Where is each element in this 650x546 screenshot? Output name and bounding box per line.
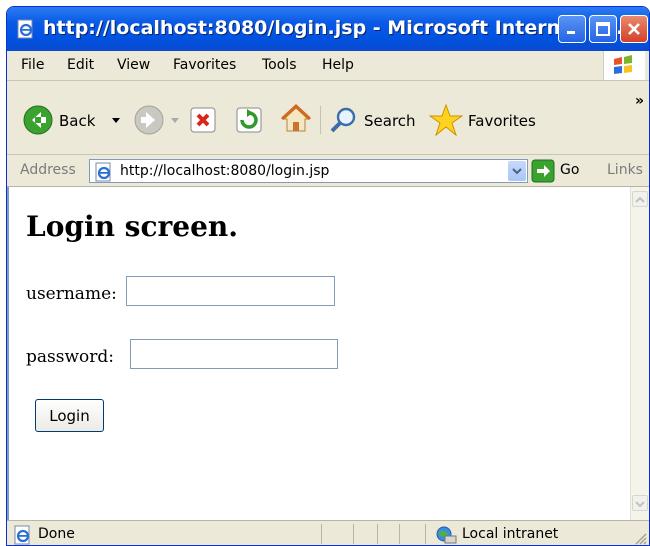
- favorites-button-label[interactable]: Favorites: [468, 112, 536, 130]
- local-intranet-icon: [436, 526, 457, 544]
- maximize-icon: [596, 22, 610, 36]
- menu-bar: File Edit View Favorites Tools Help: [7, 51, 649, 81]
- favorites-star-icon[interactable]: [429, 103, 463, 137]
- title-bar[interactable]: http://localhost:8080/login.jsp - Micros…: [7, 7, 649, 51]
- vertical-scrollbar[interactable]: [630, 187, 649, 520]
- refresh-icon[interactable]: [234, 105, 264, 135]
- back-arrow-icon[interactable]: [23, 105, 53, 135]
- scroll-up-button[interactable]: [632, 191, 648, 207]
- close-button[interactable]: [620, 15, 648, 43]
- ie-page-icon: [17, 19, 33, 39]
- menu-edit[interactable]: Edit: [67, 57, 94, 73]
- menu-file[interactable]: File: [21, 57, 44, 73]
- username-input[interactable]: [126, 276, 335, 306]
- status-separator: [321, 524, 322, 544]
- menu-favorites[interactable]: Favorites: [173, 57, 236, 73]
- search-icon[interactable]: [328, 105, 358, 135]
- home-icon[interactable]: [280, 103, 312, 135]
- browser-window: http://localhost:8080/login.jsp - Micros…: [6, 6, 650, 546]
- menu-view[interactable]: View: [117, 57, 150, 73]
- page-content: Login screen. username: password: Login: [7, 187, 630, 520]
- address-field[interactable]: http://localhost:8080/login.jsp: [89, 159, 528, 183]
- chevron-up-icon: [635, 196, 645, 203]
- zone-label: Local intranet: [462, 526, 559, 542]
- stop-icon[interactable]: [188, 105, 218, 135]
- address-bar: Address http://localhost:8080/login.jsp …: [7, 155, 649, 187]
- chevron-down-icon: [512, 168, 522, 175]
- login-button[interactable]: Login: [35, 399, 104, 432]
- toolbar-chevron[interactable]: »: [635, 93, 644, 109]
- links-label[interactable]: Links: [607, 162, 643, 178]
- menu-tools[interactable]: Tools: [262, 57, 297, 73]
- ie-page-icon: [14, 525, 30, 545]
- username-label: username:: [26, 284, 117, 304]
- ie-page-icon: [95, 162, 111, 182]
- address-dropdown-button[interactable]: [508, 161, 526, 181]
- minimize-icon: [567, 31, 575, 34]
- forward-dropdown-icon[interactable]: [170, 117, 180, 125]
- back-dropdown-icon[interactable]: [111, 117, 121, 125]
- menu-help[interactable]: Help: [322, 57, 354, 73]
- resize-grip-icon[interactable]: [633, 531, 647, 545]
- window-title: http://localhost:8080/login.jsp - Micros…: [43, 17, 624, 39]
- status-separator: [399, 524, 400, 544]
- forward-arrow-icon[interactable]: [134, 105, 164, 135]
- windows-logo: [603, 51, 645, 80]
- address-label: Address: [20, 162, 76, 178]
- password-input[interactable]: [130, 339, 338, 369]
- toolbar: Back Search Favorites »: [7, 81, 649, 155]
- search-button-label[interactable]: Search: [364, 112, 416, 130]
- go-button-label[interactable]: Go: [560, 162, 579, 178]
- password-label: password:: [26, 347, 114, 367]
- status-text: Done: [38, 526, 75, 542]
- close-icon: [628, 23, 640, 35]
- back-button-label[interactable]: Back: [59, 112, 95, 130]
- scroll-down-button[interactable]: [632, 495, 648, 511]
- go-arrow-icon[interactable]: [531, 159, 555, 183]
- maximize-button[interactable]: [589, 15, 617, 43]
- address-url[interactable]: http://localhost:8080/login.jsp: [120, 163, 329, 179]
- status-separator: [377, 524, 378, 544]
- minimize-button[interactable]: [558, 15, 586, 43]
- windows-flag-icon: [614, 55, 632, 74]
- status-separator: [425, 524, 426, 544]
- chevron-down-icon: [635, 501, 645, 508]
- status-bar: Done Local intranet: [7, 520, 649, 545]
- page-title: Login screen.: [26, 210, 238, 243]
- toolbar-separator: [320, 106, 321, 134]
- status-separator: [353, 524, 354, 544]
